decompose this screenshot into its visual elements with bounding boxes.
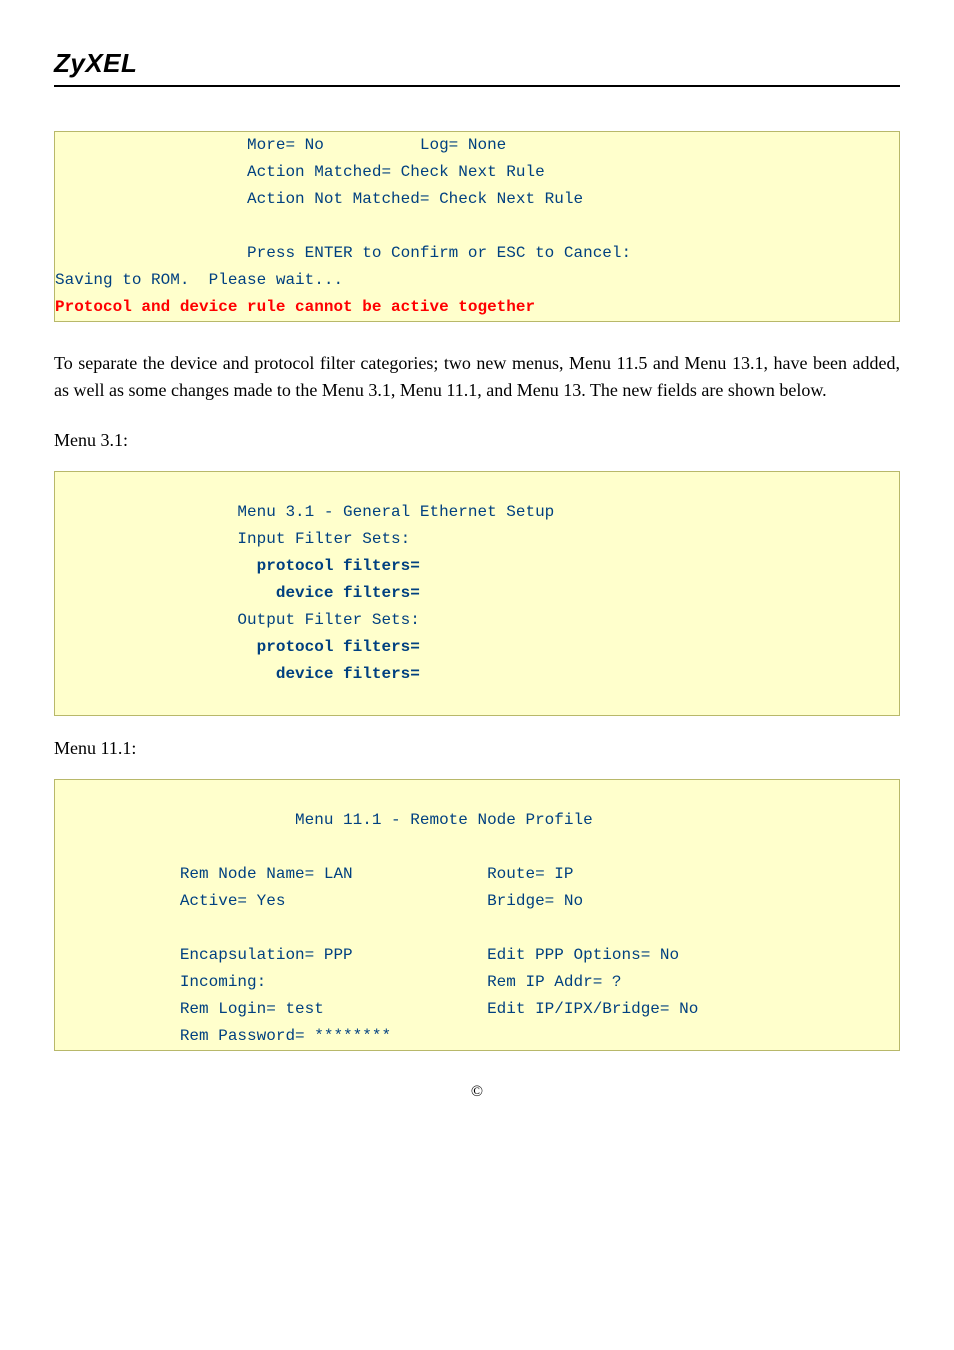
- term2-output-proto: protocol filters=: [257, 638, 420, 656]
- terminal-block-2: Menu 3.1 - General Ethernet Setup Input …: [54, 471, 900, 716]
- term1-error-line: Protocol and device rule cannot be activ…: [55, 298, 535, 316]
- menu111-label: Menu 11.1:: [54, 738, 900, 759]
- term1-line-more-log: More= No Log= None: [55, 136, 506, 154]
- term1-line-action-not-matched: Action Not Matched= Check Next Rule: [55, 190, 583, 208]
- term3-nodename-route: Rem Node Name= LAN Route= IP: [55, 865, 573, 883]
- term2-title: Menu 3.1 - General Ethernet Setup: [55, 503, 554, 521]
- term2-output-dev-indent: [55, 665, 276, 683]
- term2-output-dev: device filters=: [276, 665, 420, 683]
- header-rule: [54, 85, 900, 87]
- brand-logo: ZyXEL: [54, 48, 900, 79]
- term2-input-proto: protocol filters=: [257, 557, 420, 575]
- term2-input-dev: device filters=: [276, 584, 420, 602]
- term2-input-sets: Input Filter Sets:: [55, 530, 410, 548]
- term3-encap-editppp: Encapsulation= PPP Edit PPP Options= No: [55, 946, 679, 964]
- term3-active-bridge: Active= Yes Bridge= No: [55, 892, 583, 910]
- term2-input-dev-indent: [55, 584, 276, 602]
- terminal-block-3: Menu 11.1 - Remote Node Profile Rem Node…: [54, 779, 900, 1051]
- paragraph-intro: To separate the device and protocol filt…: [54, 350, 900, 404]
- term1-line-saving: Saving to ROM. Please wait...: [55, 271, 343, 289]
- copyright: ©: [54, 1083, 900, 1101]
- term1-line-action-matched: Action Matched= Check Next Rule: [55, 163, 545, 181]
- term1-line-press-enter: Press ENTER to Confirm or ESC to Cancel:: [55, 244, 631, 262]
- term2-output-sets: Output Filter Sets:: [55, 611, 420, 629]
- menu31-label: Menu 3.1:: [54, 430, 900, 451]
- terminal-block-1: More= No Log= None Action Matched= Check…: [54, 131, 900, 322]
- term3-incoming-remip: Incoming: Rem IP Addr= ?: [55, 973, 622, 991]
- term2-input-proto-indent: [55, 557, 257, 575]
- term3-title: Menu 11.1 - Remote Node Profile: [55, 811, 593, 829]
- term2-output-proto-indent: [55, 638, 257, 656]
- term3-rempassword: Rem Password= ********: [55, 1027, 391, 1045]
- term3-remlogin-editip: Rem Login= test Edit IP/IPX/Bridge= No: [55, 1000, 698, 1018]
